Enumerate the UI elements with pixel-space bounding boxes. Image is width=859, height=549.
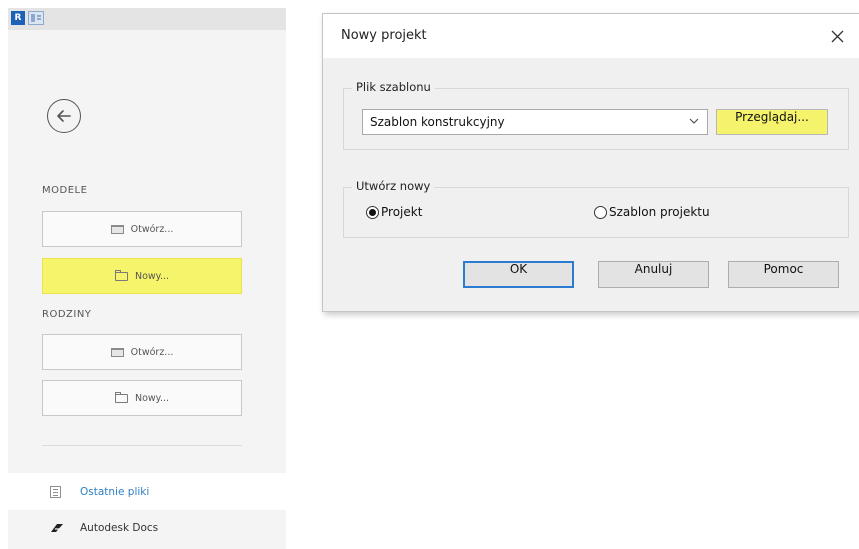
divider <box>42 445 242 446</box>
ok-button[interactable]: OK <box>463 261 574 288</box>
folder-icon <box>114 391 128 403</box>
folder-open-icon <box>110 347 124 357</box>
radio-project-template[interactable]: Szablon projektu <box>594 205 710 219</box>
template-select[interactable]: Szablon konstrukcyjny <box>362 109 708 135</box>
recent-files-icon <box>50 485 61 498</box>
radio-unchecked-icon <box>594 205 607 219</box>
section-label-models: MODELE <box>42 185 88 196</box>
models-open-label: Otwórz... <box>130 223 174 235</box>
close-icon <box>831 30 843 42</box>
close-button[interactable] <box>823 22 851 50</box>
recent-files-link[interactable]: Ostatnie pliki <box>8 473 286 510</box>
radio-project-template-label: Szablon projektu <box>609 205 710 219</box>
families-new-button[interactable]: Nowy... <box>42 380 242 416</box>
chevron-down-icon <box>689 118 699 124</box>
radio-project-label: Projekt <box>381 205 423 219</box>
create-group-title: Utwórz nowy <box>352 179 435 193</box>
families-new-label: Nowy... <box>134 392 169 404</box>
section-label-families: RODZINY <box>42 309 92 320</box>
arrow-left-icon <box>57 110 71 122</box>
template-file-group: Plik szablonu Szablon konstrukcyjny Prze… <box>343 80 849 150</box>
revit-logo[interactable]: R <box>11 11 25 25</box>
browse-button[interactable]: Przeglądaj... <box>716 109 828 135</box>
cancel-button[interactable]: Anuluj <box>598 261 709 288</box>
app-toolbar-strip: R <box>8 8 286 30</box>
new-project-dialog: Nowy projekt Plik szablonu Szablon konst… <box>322 13 859 312</box>
panel-toggle-icon[interactable] <box>28 11 44 25</box>
radio-checked-icon <box>366 205 379 219</box>
families-open-button[interactable]: Otwórz... <box>42 334 242 370</box>
create-new-group: Utwórz nowy Projekt Szablon projektu <box>343 179 849 238</box>
dialog-title: Nowy projekt <box>341 28 427 43</box>
template-select-value: Szablon konstrukcyjny <box>370 115 505 129</box>
help-button[interactable]: Pomoc <box>728 261 839 288</box>
autodesk-docs-label: Autodesk Docs <box>80 522 159 534</box>
families-open-label: Otwórz... <box>130 346 174 358</box>
autodesk-docs-link[interactable]: Autodesk Docs <box>8 510 286 546</box>
models-new-button[interactable]: Nowy... <box>42 258 242 294</box>
dialog-titlebar: Nowy projekt <box>323 14 859 58</box>
template-group-title: Plik szablonu <box>352 80 435 94</box>
radio-project[interactable]: Projekt <box>366 205 422 219</box>
back-button[interactable] <box>47 99 81 133</box>
models-new-label: Nowy... <box>134 270 169 282</box>
models-open-button[interactable]: Otwórz... <box>42 211 242 247</box>
start-panel: R MODELE Otwórz... Nowy... RODZINY Otwór… <box>8 8 286 549</box>
recent-files-label: Ostatnie pliki <box>80 485 150 498</box>
folder-open-icon <box>110 224 124 234</box>
folder-icon <box>114 269 128 281</box>
autodesk-logo-icon <box>51 524 63 532</box>
